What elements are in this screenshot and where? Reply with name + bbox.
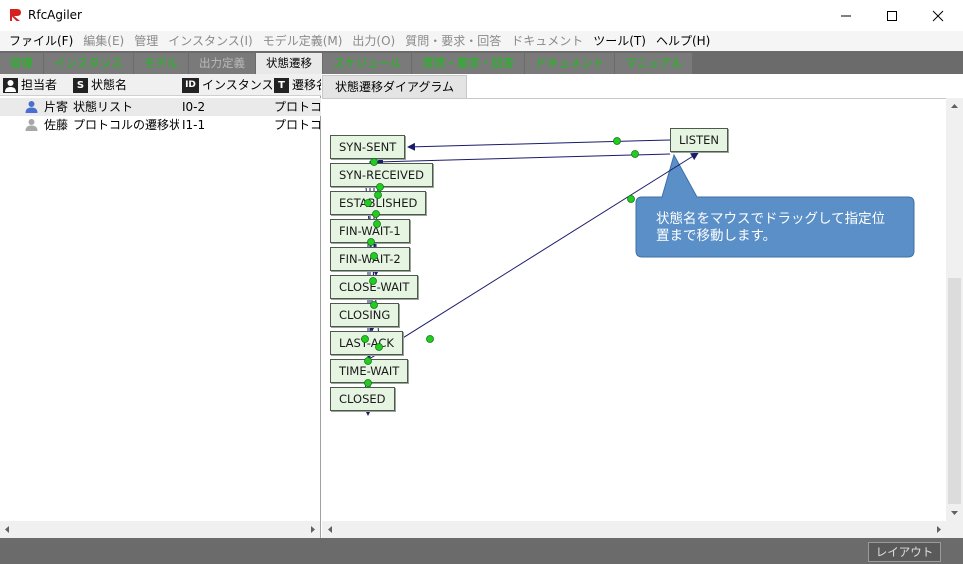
- tab-output-definition[interactable]: 出力定義: [189, 53, 256, 74]
- transition-cell: プロトコル: [274, 118, 320, 132]
- table-row[interactable]: 片寄 状態リスト I0-2 プロトコル: [0, 98, 321, 116]
- status-bar: レイアウト: [0, 538, 963, 564]
- state-node-close-wait[interactable]: CLOSE-WAIT: [330, 275, 419, 299]
- diagram-pane: 状態遷移ダイアグラム SYN-SENT SYN-RECEIVED ESTABLI…: [322, 74, 963, 538]
- menu-instance[interactable]: インスタンス(I): [163, 31, 257, 51]
- scroll-left-icon[interactable]: [3, 525, 12, 534]
- tab-state-diagram[interactable]: 状態遷移ダイアグラム: [322, 75, 468, 98]
- state-cell: プロトコルの遷移状態: [73, 118, 179, 132]
- view-tab-bar: 管理 インスタンス モデル 出力定義 状態遷移 スケジュール 質問・要求・回答 …: [0, 51, 963, 74]
- maximize-icon: [887, 10, 897, 21]
- state-node-listen[interactable]: LISTEN: [670, 128, 728, 152]
- list-horizontal-scrollbar[interactable]: [0, 521, 320, 538]
- state-node-fin-wait-2[interactable]: FIN-WAIT-2: [330, 247, 410, 271]
- menu-edit[interactable]: 編集(E): [78, 31, 129, 51]
- column-state-name[interactable]: S 状態名: [73, 74, 181, 96]
- column-instance-id[interactable]: ID インスタンスID: [182, 74, 272, 96]
- state-node-syn-sent[interactable]: SYN-SENT: [330, 135, 406, 159]
- tab-instance[interactable]: インスタンス: [44, 53, 133, 74]
- menu-tools[interactable]: ツール(T): [588, 31, 651, 51]
- callout-instruction: 状態名をマウスでドラッグして指定位置まで移動します。: [656, 211, 886, 244]
- state-node-closing[interactable]: CLOSING: [330, 303, 400, 327]
- state-node-time-wait[interactable]: TIME-WAIT: [330, 359, 409, 383]
- tab-manage[interactable]: 管理: [0, 53, 43, 74]
- column-transition-name[interactable]: T 遷移名: [274, 74, 321, 96]
- diagram-horizontal-scrollbar[interactable]: [322, 521, 963, 538]
- menu-model-definition[interactable]: モデル定義(M): [258, 31, 348, 51]
- scroll-up-icon[interactable]: [950, 102, 959, 111]
- scroll-right-icon[interactable]: [308, 525, 317, 534]
- id-cell: I0-2: [182, 100, 206, 114]
- id-badge-icon: ID: [182, 77, 199, 93]
- minimize-button[interactable]: [823, 0, 869, 31]
- menu-document[interactable]: ドキュメント: [506, 31, 588, 51]
- tab-state-transition[interactable]: 状態遷移: [256, 53, 323, 74]
- diagram-canvas[interactable]: SYN-SENT SYN-RECEIVED ESTABLISHED FIN-WA…: [322, 98, 946, 522]
- diagram-vertical-scrollbar[interactable]: [946, 98, 963, 522]
- layout-button[interactable]: レイアウト: [868, 542, 941, 562]
- scroll-right-icon[interactable]: [934, 525, 943, 534]
- close-icon: [932, 10, 944, 21]
- minimize-icon: [841, 15, 851, 16]
- title-bar: RfcAgiler: [0, 0, 963, 31]
- owner-cell: 片寄: [44, 100, 69, 114]
- tab-document[interactable]: ドキュメント: [525, 53, 615, 74]
- state-node-fin-wait-1[interactable]: FIN-WAIT-1: [330, 219, 410, 243]
- s-badge-icon: S: [73, 77, 88, 93]
- app-title: RfcAgiler: [28, 8, 82, 22]
- state-list-pane: 担当者 S 状態名 ID インスタンスID T 遷移名 片寄 状態リスト I0-…: [0, 74, 321, 538]
- menu-manage[interactable]: 管理: [129, 31, 163, 51]
- tab-questions[interactable]: 質問・要求・回答: [412, 53, 525, 74]
- tab-schedule[interactable]: スケジュール: [323, 53, 412, 74]
- owner-cell: 佐藤: [44, 118, 69, 132]
- scroll-down-icon[interactable]: [950, 508, 959, 517]
- state-node-established[interactable]: ESTABLISHED: [330, 191, 427, 215]
- app-logo-icon: [9, 8, 23, 22]
- state-node-last-ack[interactable]: LAST-ACK: [330, 331, 403, 355]
- menu-file[interactable]: ファイル(F): [4, 31, 78, 51]
- scroll-thumb[interactable]: [948, 278, 961, 504]
- menu-questions[interactable]: 質問・要求・回答: [400, 31, 506, 51]
- transition-cell: プロトコル: [274, 100, 320, 114]
- person-icon: [3, 77, 18, 93]
- column-owner[interactable]: 担当者: [3, 74, 69, 96]
- user-icon: [25, 101, 38, 113]
- t-badge-icon: T: [274, 77, 289, 93]
- menu-help[interactable]: ヘルプ(H): [651, 31, 715, 51]
- close-button[interactable]: [915, 0, 961, 31]
- maximize-button[interactable]: [869, 0, 915, 31]
- tab-manual[interactable]: マニュアル: [615, 53, 693, 74]
- state-cell: 状態リスト: [73, 100, 134, 114]
- state-node-closed[interactable]: CLOSED: [330, 387, 395, 411]
- id-cell: I1-1: [182, 118, 206, 132]
- scroll-left-icon[interactable]: [326, 525, 335, 534]
- state-node-syn-received[interactable]: SYN-RECEIVED: [330, 163, 434, 187]
- menu-output[interactable]: 出力(O): [347, 31, 400, 51]
- table-row[interactable]: 佐藤 プロトコルの遷移状態 I1-1 プロトコル: [0, 116, 321, 134]
- menu-bar: ファイル(F) 編集(E) 管理 インスタンス(I) モデル定義(M) 出力(O…: [0, 31, 963, 51]
- list-header: 担当者 S 状態名 ID インスタンスID T 遷移名: [0, 74, 321, 96]
- user-icon: [25, 119, 38, 131]
- tab-model[interactable]: モデル: [133, 53, 189, 74]
